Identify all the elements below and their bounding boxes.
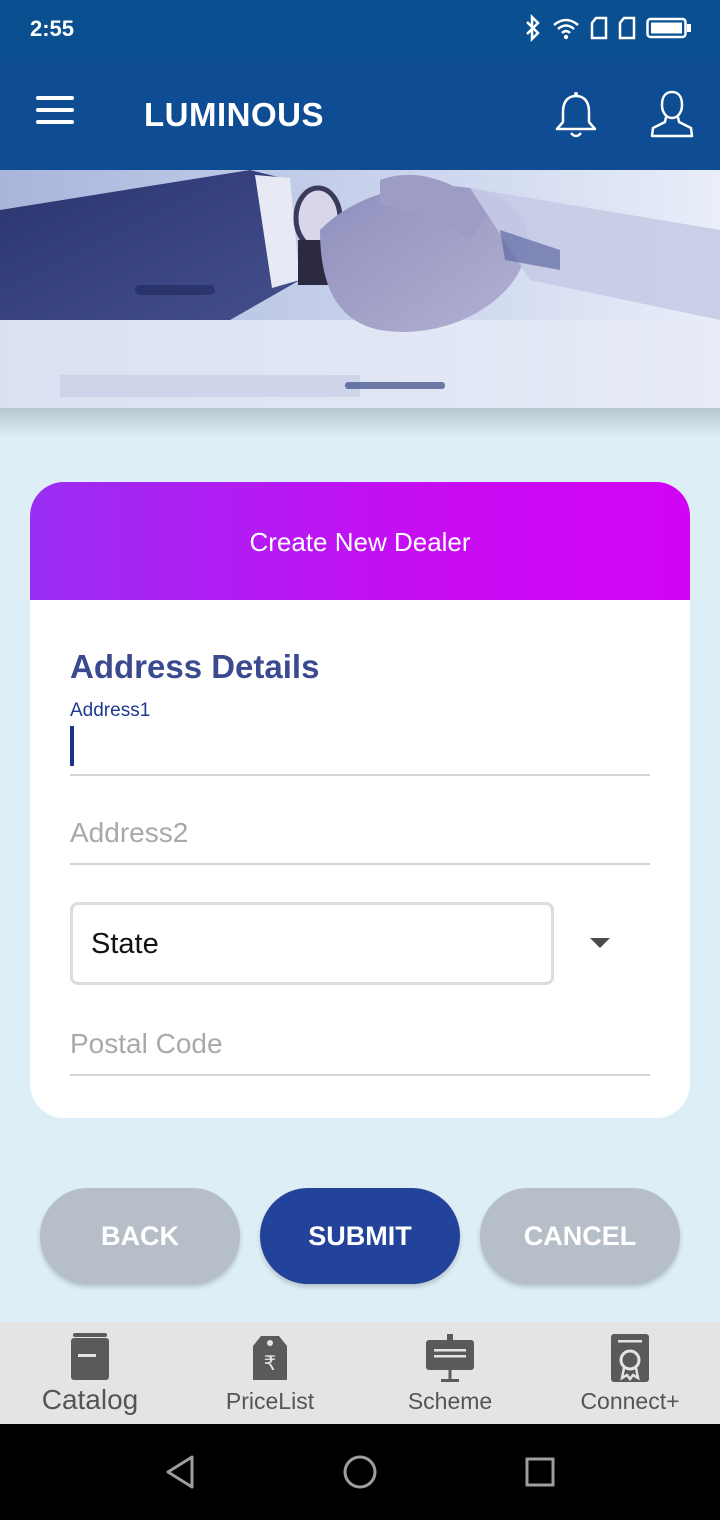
chevron-down-icon[interactable] [590,938,610,948]
text-caret [70,726,74,766]
nav-label: PriceList [225,1388,315,1414]
address2-field[interactable]: Address2 [70,802,650,865]
sim2-icon [618,16,636,40]
submit-button[interactable]: SUBMIT [260,1188,460,1284]
status-time: 2:55 [30,16,75,41]
app-bar: LUMINOUS [0,58,720,170]
bell-icon [555,92,597,138]
hero-shadow [0,408,720,438]
card-header: Create New Dealer [30,482,690,600]
bluetooth-icon [526,14,540,42]
section-title: Address Details [70,648,320,685]
nav-label: Catalog [41,1384,139,1415]
menu-icon [36,96,74,100]
address1-label: Address1 [70,700,151,721]
connect-icon [611,1334,649,1382]
battery-icon [646,17,691,39]
status-bar: 2:55 [0,0,720,58]
notifications-button[interactable] [552,90,600,140]
pricelist-icon: ₹ [253,1336,287,1380]
cancel-button[interactable]: CANCEL [480,1188,680,1284]
profile-icon [650,90,694,138]
nav-label: Connect+ [580,1388,680,1414]
app-title: LUMINOUS [144,96,324,133]
system-nav-bar [0,1424,720,1520]
state-select[interactable]: State [70,902,554,985]
nav-label: Scheme [407,1388,493,1414]
address1-field[interactable] [70,726,650,776]
recents-square-icon[interactable] [524,1456,556,1488]
profile-button[interactable] [648,88,696,140]
create-dealer-card: Create New Dealer Address Details Addres… [30,482,690,1118]
catalog-icon [71,1333,109,1380]
address2-placeholder: Address2 [70,817,189,848]
status-icons [524,14,692,42]
postal-code-field[interactable]: Postal Code [70,1016,650,1076]
nav-item-catalog[interactable]: Catalog [0,1322,180,1424]
scheme-icon [426,1334,474,1382]
svg-text:₹: ₹ [264,1351,277,1375]
hero-banner [0,170,720,408]
home-circle-icon[interactable] [342,1454,378,1490]
bottom-nav: Catalog ₹ PriceList Scheme Connect+ [0,1322,720,1424]
back-triangle-icon[interactable] [164,1454,196,1490]
postal-code-placeholder: Postal Code [70,1028,223,1059]
back-button[interactable]: BACK [40,1188,240,1284]
nav-item-pricelist[interactable]: ₹ PriceList [180,1322,360,1424]
wifi-icon [553,18,579,40]
nav-item-connect[interactable]: Connect+ [540,1322,720,1424]
menu-button[interactable] [36,96,76,128]
sim1-icon [590,16,608,40]
handshake-image [0,170,720,408]
nav-item-scheme[interactable]: Scheme [360,1322,540,1424]
